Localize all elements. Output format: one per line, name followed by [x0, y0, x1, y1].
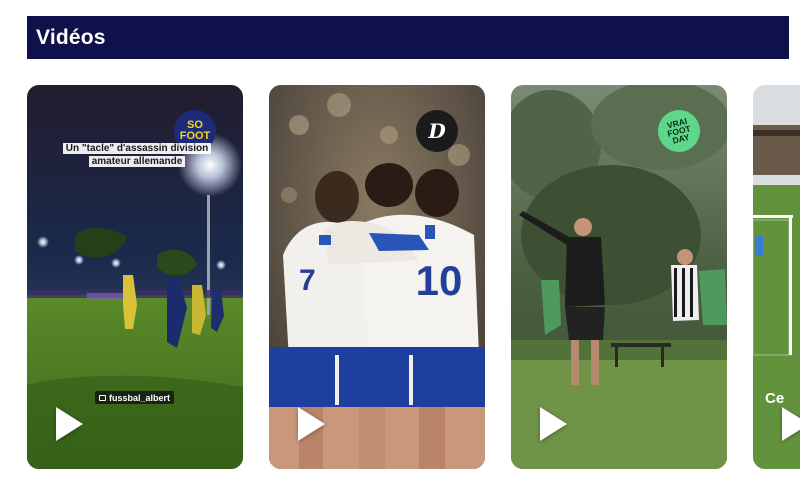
play-icon[interactable] [540, 407, 567, 441]
jersey-number: 10 [416, 257, 463, 304]
overlay-text: Ce [765, 390, 785, 407]
section-header: Vidéos [27, 16, 789, 59]
video-caption: Un "tacle" d'assassin division amateur a… [62, 142, 212, 168]
video-card[interactable]: VRAI FOOT DAY [511, 85, 727, 469]
section-title: Vidéos [36, 25, 106, 49]
video-card[interactable]: Ce [753, 85, 800, 469]
video-card[interactable]: SO FOOT Un "tacle" d'assassin division a… [27, 85, 243, 469]
play-icon[interactable] [298, 407, 325, 441]
video-carousel: SO FOOT Un "tacle" d'assassin division a… [0, 85, 800, 469]
camera-icon [99, 394, 106, 401]
play-icon[interactable] [56, 407, 83, 441]
play-icon[interactable] [782, 407, 800, 441]
creator-handle: fussbal_albert [95, 391, 175, 404]
svg-text:7: 7 [299, 264, 316, 297]
video-card[interactable]: 10 7 D [269, 85, 485, 469]
d-logo: D [416, 110, 458, 152]
